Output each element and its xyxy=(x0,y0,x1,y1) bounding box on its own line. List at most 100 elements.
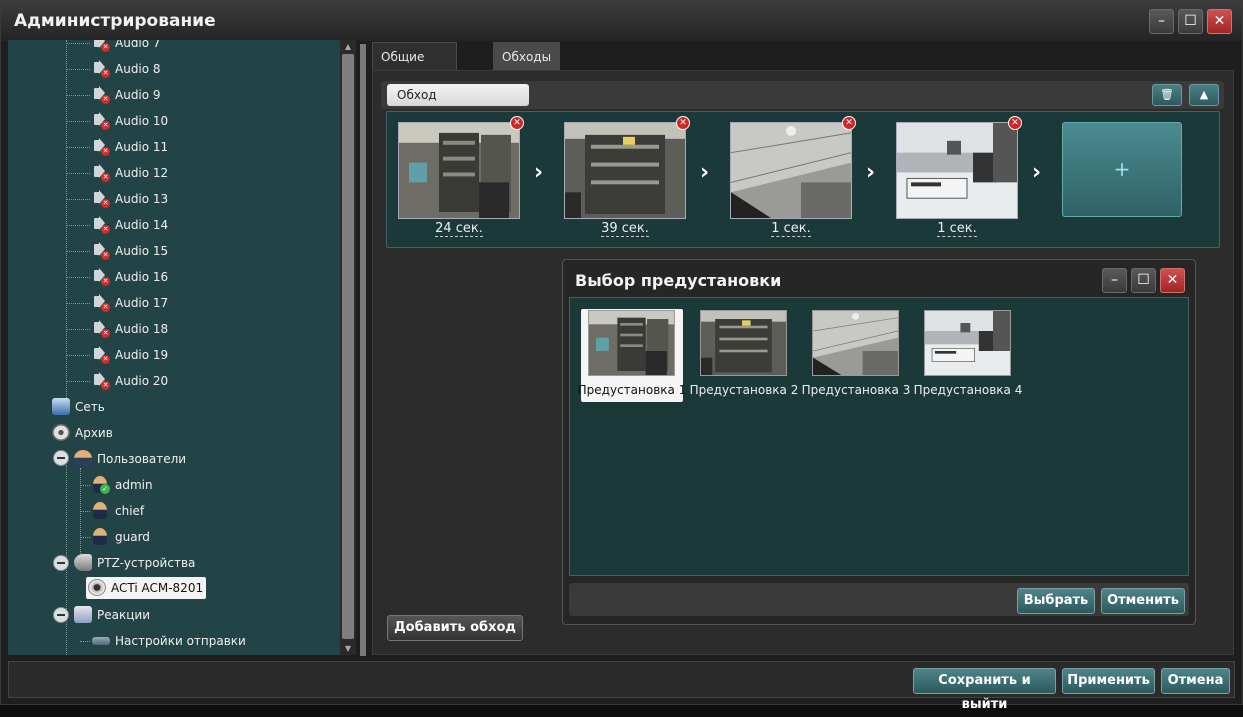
step-arrow-icon: › xyxy=(1032,160,1042,185)
step-arrow-icon: › xyxy=(866,160,876,185)
tree-item-network[interactable]: Сеть xyxy=(50,396,106,418)
tree-item-audio[interactable]: ✕ Audio 15 xyxy=(90,240,169,262)
preset-item[interactable]: Предустановка 4 xyxy=(914,309,1022,402)
scroll-up-icon[interactable]: ▲ xyxy=(340,40,356,53)
scroll-down-icon[interactable]: ▼ xyxy=(340,642,356,655)
step-duration[interactable]: 1 сек. xyxy=(730,221,852,237)
panel-splitter[interactable] xyxy=(360,44,366,656)
tree-item-ptz[interactable]: PTZ-устройства xyxy=(72,552,196,574)
tree-item-audio[interactable]: ✕ Audio 8 xyxy=(90,58,162,80)
user-icon xyxy=(90,501,112,521)
close-icon: ✕ xyxy=(1213,13,1226,29)
title-bar[interactable]: Администрирование – ☐ ✕ xyxy=(1,1,1242,41)
tree-item-audio[interactable]: ✕ Audio 16 xyxy=(90,266,169,288)
minimize-icon: – xyxy=(1111,272,1118,288)
add-tour-button[interactable]: Добавить обход xyxy=(387,615,523,641)
tree-item-reactions[interactable]: Реакции xyxy=(72,604,151,626)
tree-item-audio[interactable]: ✕ Audio 20 xyxy=(90,370,169,392)
chevron-up-icon: ▲ xyxy=(1199,88,1209,101)
remove-step-icon[interactable]: ✕ xyxy=(842,116,856,130)
dialog-footer xyxy=(569,583,1189,616)
tour-step-preview[interactable] xyxy=(896,122,1018,219)
tree-guide xyxy=(66,69,90,70)
tree-item-label: Audio 13 xyxy=(115,192,169,206)
maximize-button[interactable]: ☐ xyxy=(1178,9,1203,34)
remove-step-icon[interactable]: ✕ xyxy=(510,116,524,130)
step-duration-value[interactable]: 1 сек. xyxy=(937,221,977,237)
tree-item-audio[interactable]: ✕ Audio 7 xyxy=(90,40,162,54)
collapse-tour-button[interactable]: ▲ xyxy=(1189,84,1219,106)
tree-guide xyxy=(66,303,90,304)
tree-item-audio[interactable]: ✕ Audio 12 xyxy=(90,162,169,184)
tree-item-users[interactable]: Пользователи xyxy=(72,448,187,470)
speaker-disabled-icon: ✕ xyxy=(90,241,112,261)
preset-item[interactable]: Предустановка 1 xyxy=(578,309,686,402)
dialog-minimize-button[interactable]: – xyxy=(1102,268,1127,293)
tour-step-preview[interactable] xyxy=(730,122,852,219)
tree-item-user[interactable]: chief xyxy=(90,500,145,522)
tree-item-user[interactable]: ✓ admin xyxy=(90,474,154,496)
save-and-exit-button[interactable]: Сохранить и выйти xyxy=(913,668,1056,712)
scroll-thumb[interactable] xyxy=(342,54,354,639)
step-duration-value[interactable]: 39 сек. xyxy=(601,221,649,237)
tree-item-audio[interactable]: ✕ Audio 19 xyxy=(90,344,169,366)
tree-scrollbar[interactable]: ▲ ▼ xyxy=(340,40,356,655)
collapse-ptz-icon[interactable] xyxy=(53,555,69,571)
reactions-clock-icon xyxy=(72,605,94,625)
speaker-disabled-icon: ✕ xyxy=(90,163,112,183)
dialog-maximize-button[interactable]: ☐ xyxy=(1131,268,1156,293)
cancel-button[interactable]: Отмена xyxy=(1161,668,1230,694)
tour-name-field[interactable]: Обход xyxy=(387,84,529,106)
step-duration[interactable]: 39 сек. xyxy=(564,221,686,237)
collapse-users-icon[interactable] xyxy=(53,450,69,466)
tour-step-preview[interactable] xyxy=(398,122,520,219)
add-step-button[interactable]: + xyxy=(1062,122,1182,217)
apply-button[interactable]: Применить xyxy=(1062,668,1155,694)
step-duration[interactable]: 24 сек. xyxy=(398,221,520,237)
dialog-close-button[interactable]: ✕ xyxy=(1160,268,1185,293)
remove-step-icon[interactable]: ✕ xyxy=(1008,116,1022,130)
speaker-disabled-icon: ✕ xyxy=(90,371,112,391)
preset-label: Предустановка 3 xyxy=(801,383,911,397)
archive-reel-icon xyxy=(50,423,72,443)
step-duration-value[interactable]: 24 сек. xyxy=(435,221,483,237)
tour-step-preview[interactable] xyxy=(564,122,686,219)
preset-label: Предустановка 2 xyxy=(689,383,799,397)
step-duration-value[interactable]: 1 сек. xyxy=(771,221,811,237)
collapse-reactions-icon[interactable] xyxy=(53,607,69,623)
dialog-title: Выбор предустановки xyxy=(575,271,782,290)
tree-guide xyxy=(66,277,90,278)
remove-step-icon[interactable]: ✕ xyxy=(676,116,690,130)
tree-item-acti-camera[interactable]: ACTi ACM-8201 xyxy=(86,577,207,599)
webcam-icon xyxy=(86,578,108,598)
select-button[interactable]: Выбрать xyxy=(1017,588,1095,614)
tab-general-settings[interactable]: Общие настройки xyxy=(372,42,457,92)
tree-item-audio[interactable]: ✕ Audio 13 xyxy=(90,188,169,210)
tree-item-archive[interactable]: Архив xyxy=(50,422,114,444)
tree-item-send-settings[interactable]: Настройки отправки xyxy=(90,630,247,652)
tab-tours[interactable]: Обходы xyxy=(493,42,561,70)
delete-tour-button[interactable]: 🗑 xyxy=(1152,84,1182,106)
preset-thumbnail xyxy=(812,310,899,376)
tree-item-audio[interactable]: ✕ Audio 18 xyxy=(90,318,169,340)
speaker-disabled-icon: ✕ xyxy=(90,137,112,157)
tree-item-audio[interactable]: ✕ Audio 10 xyxy=(90,110,169,132)
tree-item-label: Audio 15 xyxy=(115,244,169,258)
tree-item-audio[interactable]: ✕ Audio 9 xyxy=(90,84,162,106)
dialog-cancel-button[interactable]: Отменить xyxy=(1101,588,1185,614)
device-tree[interactable]: ✕ Audio 7 ✕ Audio 8 ✕ Audio 9 ✕ Audio 10 ✕ Audio … xyxy=(8,40,356,655)
preset-item[interactable]: Предустановка 3 xyxy=(802,309,910,402)
tree-item-audio[interactable]: ✕ Audio 17 xyxy=(90,292,169,314)
minimize-button[interactable]: – xyxy=(1149,9,1174,34)
tree-item-label: Audio 12 xyxy=(115,166,169,180)
tree-guide xyxy=(66,199,90,200)
step-duration[interactable]: 1 сек. xyxy=(896,221,1018,237)
tree-item-user[interactable]: guard xyxy=(90,526,151,548)
speaker-disabled-icon: ✕ xyxy=(90,215,112,235)
close-button[interactable]: ✕ xyxy=(1207,9,1232,34)
tree-item-label: Audio 7 xyxy=(115,40,161,50)
tree-item-audio[interactable]: ✕ Audio 14 xyxy=(90,214,169,236)
tree-item-audio[interactable]: ✕ Audio 11 xyxy=(90,136,169,158)
preset-item[interactable]: Предустановка 2 xyxy=(690,309,798,402)
tree-guide xyxy=(66,121,90,122)
